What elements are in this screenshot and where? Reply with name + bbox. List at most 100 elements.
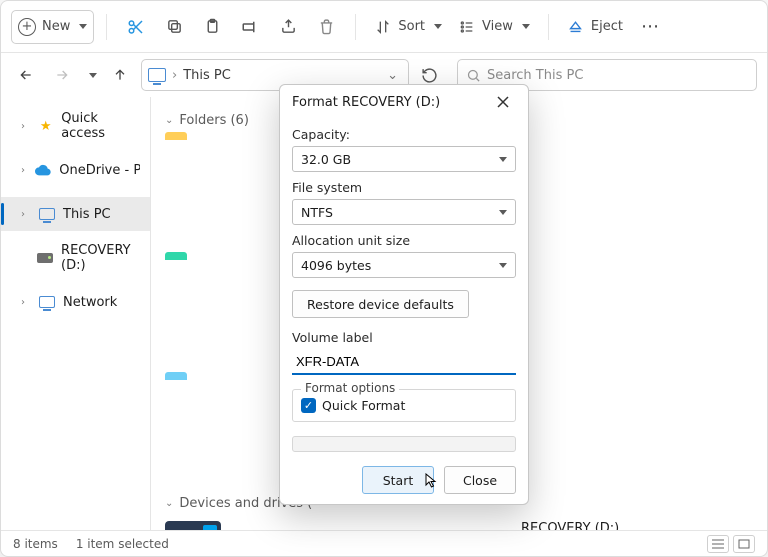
copy-icon bbox=[165, 18, 183, 36]
close-label: Close bbox=[463, 473, 497, 488]
expand-icon: › bbox=[21, 209, 31, 220]
folder-item-downloads[interactable] bbox=[165, 258, 275, 302]
share-icon bbox=[279, 18, 297, 36]
quick-format-label: Quick Format bbox=[322, 398, 405, 413]
quick-format-checkbox[interactable]: ✓ Quick Format bbox=[301, 398, 507, 413]
chevron-down-icon: ⌄ bbox=[165, 115, 173, 126]
sidebar-item-quick-access[interactable]: › ★ Quick access bbox=[1, 109, 150, 143]
search-placeholder: Search This PC bbox=[487, 68, 583, 83]
rename-icon bbox=[241, 18, 259, 36]
share-button[interactable] bbox=[271, 10, 305, 44]
alloc-combo[interactable]: 4096 bytes bbox=[292, 252, 516, 278]
paste-button[interactable] bbox=[195, 10, 229, 44]
chevron-down-icon bbox=[499, 263, 507, 268]
chevron-down-icon bbox=[499, 210, 507, 215]
close-button[interactable] bbox=[490, 89, 516, 115]
cut-button[interactable] bbox=[119, 10, 153, 44]
volume-label-label: Volume label bbox=[292, 330, 516, 345]
cloud-icon bbox=[35, 162, 51, 178]
more-button[interactable]: ⋯ bbox=[633, 10, 667, 44]
recent-locations-button[interactable] bbox=[83, 60, 99, 90]
volume-label-input[interactable] bbox=[292, 349, 516, 375]
capacity-value: 32.0 GB bbox=[301, 152, 351, 167]
new-button[interactable]: + New bbox=[11, 10, 94, 44]
eject-icon bbox=[567, 18, 585, 36]
breadcrumb-sep: › bbox=[172, 68, 177, 83]
pc-icon bbox=[39, 206, 55, 222]
sidebar-item-recovery[interactable]: RECOVERY (D:) bbox=[1, 241, 150, 275]
chevron-down-icon bbox=[522, 24, 530, 29]
view-button[interactable]: View bbox=[452, 10, 536, 44]
scissors-icon bbox=[127, 18, 145, 36]
sidebar: › ★ Quick access › OneDrive - Personal ›… bbox=[1, 97, 151, 530]
back-button[interactable] bbox=[11, 60, 41, 90]
progress-bar bbox=[292, 436, 516, 452]
expand-icon: › bbox=[21, 121, 30, 132]
drive-label: RECOVERY (D:) bbox=[521, 521, 731, 530]
up-button[interactable] bbox=[105, 60, 135, 90]
sidebar-item-onedrive[interactable]: › OneDrive - Personal bbox=[1, 153, 150, 187]
filesystem-combo[interactable]: NTFS bbox=[292, 199, 516, 225]
format-options-legend: Format options bbox=[301, 381, 399, 395]
dialog-title: Format RECOVERY (D:) bbox=[292, 95, 440, 110]
view-icon bbox=[458, 18, 476, 36]
separator bbox=[106, 14, 107, 40]
drive-info: RECOVERY (D:) 9.56 GB free of 31.9 GB bbox=[521, 521, 731, 530]
separator bbox=[355, 14, 356, 40]
toolbar: + New bbox=[1, 1, 767, 53]
chevron-down-icon bbox=[79, 24, 87, 29]
clipboard-icon bbox=[203, 18, 221, 36]
expand-icon: › bbox=[21, 297, 31, 308]
status-selected: 1 item selected bbox=[76, 537, 169, 551]
drive-item-os[interactable] bbox=[165, 521, 275, 530]
format-dialog: Format RECOVERY (D:) Capacity: 32.0 GB F… bbox=[279, 84, 529, 505]
sidebar-item-network[interactable]: › Network bbox=[1, 285, 150, 319]
start-label: Start bbox=[383, 473, 414, 488]
sort-icon bbox=[374, 18, 392, 36]
drive-item-recovery[interactable]: RECOVERY (D:) 9.56 GB free of 31.9 GB bbox=[521, 521, 731, 530]
group-label: Folders (6) bbox=[179, 113, 249, 128]
sidebar-item-label: Network bbox=[63, 295, 117, 310]
folder-item-pictures[interactable] bbox=[165, 378, 275, 422]
address-chevron[interactable]: ⌄ bbox=[383, 68, 402, 83]
view-details-button[interactable] bbox=[707, 535, 729, 553]
copy-button[interactable] bbox=[157, 10, 191, 44]
close-dialog-button[interactable]: Close bbox=[444, 466, 516, 494]
eject-label: Eject bbox=[591, 19, 623, 34]
format-options-group: Format options ✓ Quick Format bbox=[292, 389, 516, 422]
search-icon bbox=[466, 68, 481, 83]
view-toggle bbox=[707, 535, 755, 553]
restore-label: Restore device defaults bbox=[307, 297, 454, 312]
drive-icon bbox=[37, 250, 53, 266]
chevron-down-icon bbox=[89, 73, 97, 78]
sidebar-item-label: OneDrive - Personal bbox=[59, 163, 140, 178]
sidebar-item-label: This PC bbox=[63, 207, 111, 222]
view-icons-button[interactable] bbox=[733, 535, 755, 553]
eject-button[interactable]: Eject bbox=[561, 10, 629, 44]
start-button[interactable]: Start bbox=[362, 466, 434, 494]
os-drive-icon bbox=[165, 521, 221, 530]
dialog-titlebar: Format RECOVERY (D:) bbox=[280, 85, 528, 119]
plus-icon: + bbox=[18, 18, 36, 36]
view-label: View bbox=[482, 19, 513, 34]
network-icon bbox=[39, 294, 55, 310]
sidebar-item-label: RECOVERY (D:) bbox=[61, 243, 140, 273]
rename-button[interactable] bbox=[233, 10, 267, 44]
filesystem-value: NTFS bbox=[301, 205, 333, 220]
status-item-count: 8 items bbox=[13, 537, 58, 551]
forward-button[interactable] bbox=[47, 60, 77, 90]
capacity-combo[interactable]: 32.0 GB bbox=[292, 146, 516, 172]
dialog-actions: Start Close bbox=[280, 458, 528, 494]
trash-icon bbox=[317, 18, 335, 36]
folder-item-desktop[interactable] bbox=[165, 138, 275, 182]
separator bbox=[548, 14, 549, 40]
restore-defaults-button[interactable]: Restore device defaults bbox=[292, 290, 469, 318]
delete-button[interactable] bbox=[309, 10, 343, 44]
sort-button[interactable]: Sort bbox=[368, 10, 448, 44]
sidebar-item-label: Quick access bbox=[61, 111, 140, 141]
sidebar-item-this-pc[interactable]: › This PC bbox=[1, 197, 150, 231]
sort-label: Sort bbox=[398, 19, 425, 34]
star-icon: ★ bbox=[38, 118, 53, 134]
pc-icon bbox=[148, 68, 166, 82]
chevron-down-icon bbox=[434, 24, 442, 29]
